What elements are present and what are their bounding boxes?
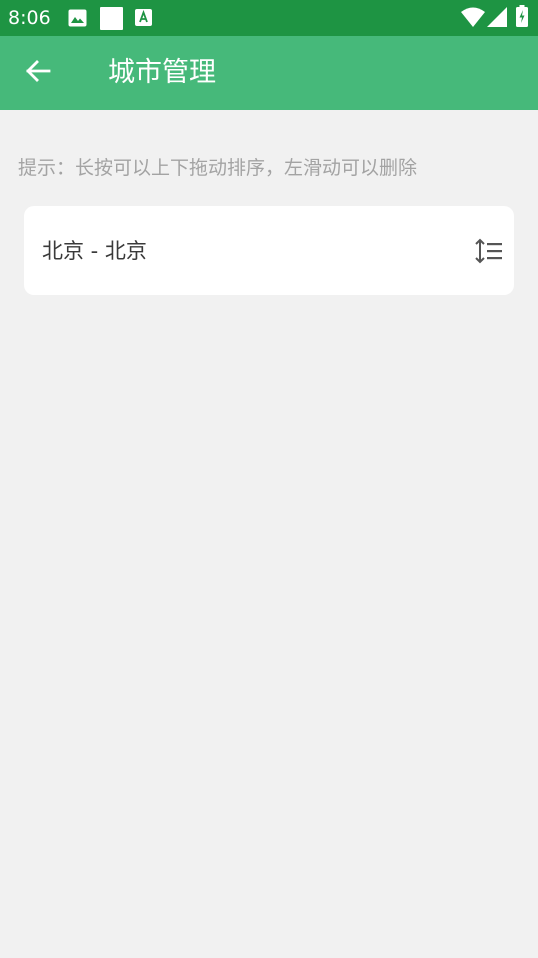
status-bar: 8:06: [0, 0, 538, 36]
arrow-left-icon: [25, 59, 51, 87]
city-list-item[interactable]: 北京 - 北京: [24, 206, 514, 295]
sort-drag-icon[interactable]: [474, 237, 504, 265]
back-button[interactable]: [14, 49, 62, 97]
image-icon: [68, 9, 87, 31]
status-time: 8:06: [8, 7, 51, 29]
font-a-icon: [135, 9, 152, 30]
app-bar: 城市管理: [0, 36, 538, 110]
wifi-icon: [461, 7, 485, 31]
page-title: 城市管理: [108, 57, 216, 88]
battery-charging-icon: [516, 5, 528, 31]
signal-icon: [487, 7, 507, 31]
city-name: 北京 - 北京: [42, 239, 147, 263]
blank-square-icon: [100, 7, 123, 34]
hint-text: 提示：长按可以上下拖动排序，左滑动可以删除: [18, 157, 418, 179]
